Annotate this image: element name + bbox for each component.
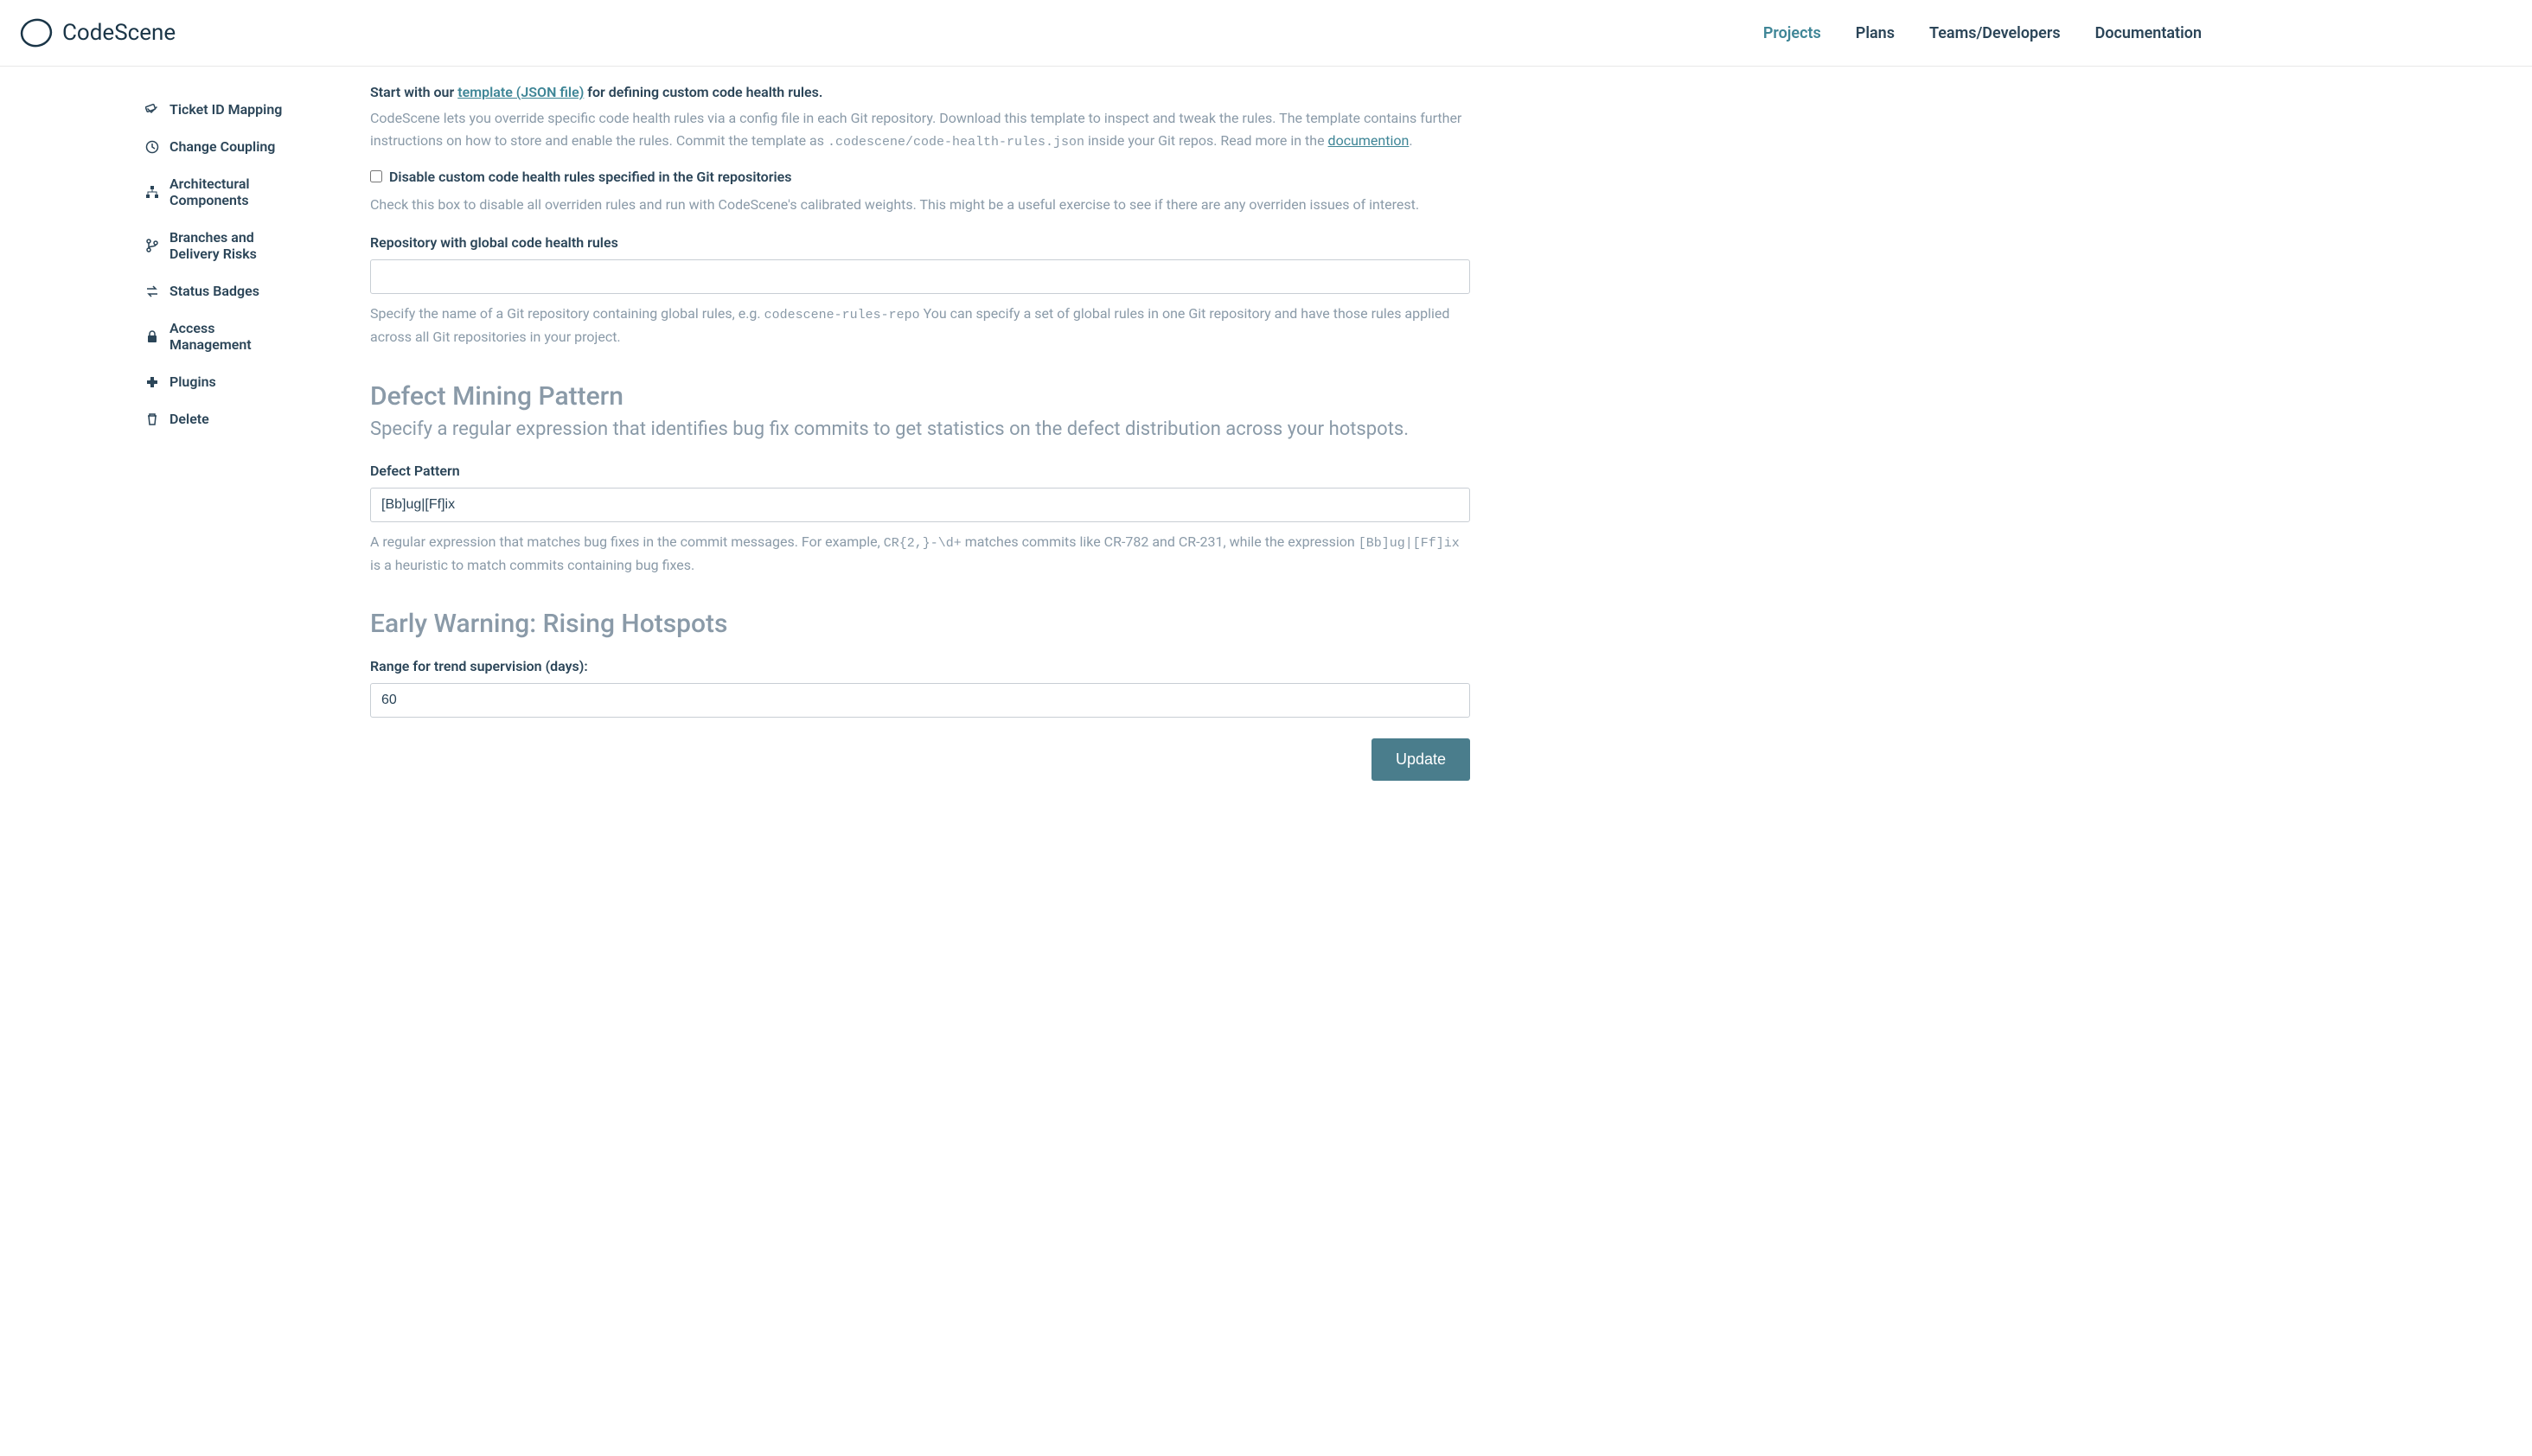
defect-pattern-label: Defect Pattern [370,463,1470,479]
brand-text: CodeScene [62,20,176,46]
sidebar-item-branches[interactable]: Branches and Delivery Risks [145,219,294,272]
nav-plans[interactable]: Plans [1856,24,1895,42]
sidebar-item-label: Plugins [169,374,216,390]
app-header: CodeScene Projects Plans Teams/Developer… [0,0,2532,67]
sidebar-item-label: Ticket ID Mapping [169,101,282,118]
desc-part2b: . [1409,132,1412,149]
content-area: Start with our template (JSON file) for … [294,84,1522,815]
defect-pattern-help: A regular expression that matches bug fi… [370,531,1470,577]
puzzle-icon [145,375,159,389]
repo-help-1: Specify the name of a Git repository con… [370,305,764,322]
sidebar: Ticket ID Mapping Change Coupling Archit… [0,84,294,815]
defect-mining-heading: Defect Mining Pattern [370,381,1470,412]
sitemap-icon [145,185,159,199]
range-input[interactable] [370,683,1470,718]
repo-label: Repository with global code health rules [370,234,1470,251]
branch-icon [145,239,159,252]
defect-mining-sub: Specify a regular expression that identi… [370,417,1470,444]
sidebar-item-plugins[interactable]: Plugins [145,363,294,400]
documentation-link[interactable]: documention [1328,132,1410,149]
disable-rules-row: Disable custom code health rules specifi… [370,169,1470,185]
repo-input[interactable] [370,259,1470,294]
repo-help: Specify the name of a Git repository con… [370,303,1470,348]
main-nav: Projects Plans Teams/Developers Document… [1763,24,2202,42]
sidebar-item-label: Change Coupling [169,138,275,155]
disable-rules-label[interactable]: Disable custom code health rules specifi… [389,169,791,185]
nav-teams[interactable]: Teams/Developers [1929,24,2061,42]
disable-rules-help: Check this box to disable all overriden … [370,194,1470,216]
template-link[interactable]: template (JSON file) [457,84,584,100]
button-row: Update [370,738,1470,781]
range-label: Range for trend supervision (days): [370,658,1470,674]
defect-pattern-input[interactable] [370,488,1470,522]
intro-prefix: Start with our [370,84,457,100]
sidebar-item-label: Status Badges [169,283,259,299]
sidebar-item-label: Delete [169,411,209,427]
nav-documentation[interactable]: Documentation [2095,24,2202,42]
trash-icon [145,412,159,426]
early-warning-heading: Early Warning: Rising Hotspots [370,609,1470,639]
sidebar-item-label: Architectural Components [169,176,294,208]
update-button[interactable]: Update [1372,738,1470,781]
sidebar-item-access[interactable]: Access Management [145,310,294,363]
sidebar-item-ticket-mapping[interactable]: Ticket ID Mapping [145,91,294,128]
intro-suffix: for defining custom code health rules. [584,84,822,100]
template-intro: Start with our template (JSON file) for … [370,84,1470,100]
lock-icon [145,329,159,343]
nav-projects[interactable]: Projects [1763,24,1821,42]
clock-icon [145,140,159,154]
main-wrapper: Ticket ID Mapping Change Coupling Archit… [0,67,2532,815]
logo-area[interactable]: CodeScene [19,16,176,50]
sidebar-item-status-badges[interactable]: Status Badges [145,272,294,310]
defect-help-code2: [Bb]ug|[Ff]ix [1359,536,1460,551]
defect-help-2: matches commits like CR-782 and CR-231, … [962,533,1359,550]
logo-icon [19,16,54,50]
defect-help-code1: CR{2,}-\d+ [884,536,962,551]
sidebar-item-label: Access Management [169,320,294,353]
code-path: .codescene/code-health-rules.json [828,135,1084,150]
sidebar-item-change-coupling[interactable]: Change Coupling [145,128,294,165]
desc-part2a: inside your Git repos. Read more in the [1084,132,1328,149]
sidebar-item-delete[interactable]: Delete [145,400,294,437]
sidebar-item-label: Branches and Delivery Risks [169,229,294,262]
code-health-description: CodeScene lets you override specific cod… [370,107,1470,153]
sidebar-item-architectural[interactable]: Architectural Components [145,165,294,219]
disable-rules-checkbox[interactable] [370,170,382,182]
repo-help-code: codescene-rules-repo [764,308,920,322]
defect-help-3: is a heuristic to match commits containi… [370,557,694,573]
defect-help-1: A regular expression that matches bug fi… [370,533,884,550]
exchange-icon [145,284,159,298]
ticket-icon [145,103,159,117]
